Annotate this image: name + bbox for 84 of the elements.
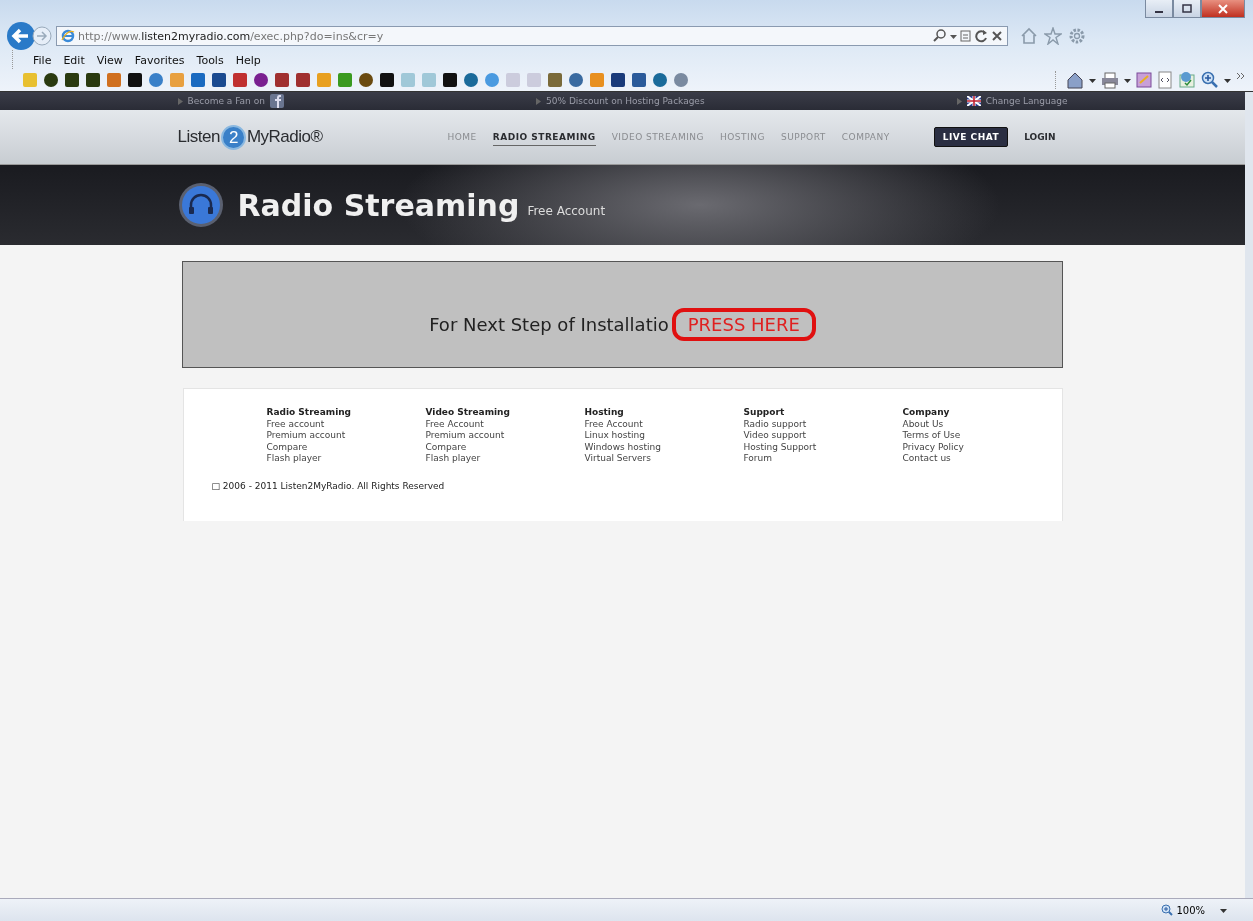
forward-button[interactable]: [32, 26, 52, 46]
copyright-text: □ 2006 - 2011 Listen2MyRadio. All Rights Reserved: [211, 480, 446, 491]
minimize-button[interactable]: [1145, 0, 1173, 18]
footer-heading: Hosting: [584, 407, 625, 419]
bullet-icon: [956, 97, 962, 105]
star-icon[interactable]: [1044, 27, 1062, 45]
footer-heading: Support: [743, 407, 786, 419]
footer-link[interactable]: Free Account: [425, 418, 585, 430]
promo-link[interactable]: 50% Discount on Hosting Packages: [546, 96, 705, 106]
footer-link[interactable]: Windows hosting: [584, 441, 744, 453]
flag-icon: [966, 96, 981, 106]
favorite-icon[interactable]: [274, 72, 290, 88]
language-link[interactable]: Change Language: [985, 96, 1068, 106]
favorite-icon[interactable]: [379, 72, 395, 88]
footer-link[interactable]: Contact us: [902, 453, 1062, 465]
footer-link[interactable]: Video support: [743, 430, 903, 442]
footer-link[interactable]: Premium account: [266, 430, 426, 442]
footer-link[interactable]: Virtual Servers: [584, 453, 744, 465]
menu-item[interactable]: Favorites: [134, 54, 185, 67]
globe-check-icon[interactable]: [1178, 71, 1196, 89]
zoom-icon[interactable]: [1201, 71, 1219, 89]
footer-link[interactable]: Forum: [743, 453, 903, 465]
footer-heading: Radio Streaming: [266, 407, 353, 419]
nav-link[interactable]: RADIO STREAMING: [492, 128, 596, 146]
bullet-icon: [177, 97, 183, 105]
zoom-level[interactable]: 100%: [1176, 904, 1205, 916]
footer-link[interactable]: Flash player: [266, 453, 426, 465]
fan-link[interactable]: Become a Fan on: [187, 96, 265, 106]
back-button[interactable]: [6, 21, 36, 51]
code-page-icon[interactable]: [1157, 71, 1173, 89]
facebook-icon[interactable]: [269, 94, 284, 108]
page-subtitle: Free Account: [527, 204, 606, 218]
zoom-icon[interactable]: [1161, 904, 1174, 916]
refresh-icon[interactable]: [975, 29, 988, 43]
printer-icon[interactable]: [1101, 71, 1119, 89]
favorite-icon[interactable]: [295, 72, 311, 88]
footer-link[interactable]: Hosting Support: [743, 441, 903, 453]
menu-item[interactable]: Help: [235, 54, 261, 67]
address-field[interactable]: http://www.listen2myradio.com/exec.php?do=ins&cr=y: [56, 26, 1008, 46]
footer-link[interactable]: Compare: [425, 441, 585, 453]
footer-heading: Video Streaming: [425, 407, 511, 419]
headphones-icon: [177, 182, 224, 228]
favorite-icon[interactable]: [610, 72, 626, 88]
maximize-button[interactable]: [1173, 0, 1201, 18]
footer-heading: Company: [902, 407, 951, 419]
favorite-icon[interactable]: [211, 72, 227, 88]
stop-icon[interactable]: [991, 29, 1003, 43]
home-icon[interactable]: [1066, 71, 1084, 89]
minimize-icon: [1155, 10, 1163, 13]
footer-link[interactable]: Linux hosting: [584, 430, 744, 442]
logo[interactable]: Listen 2 MyRadio®: [177, 124, 448, 150]
footer-link[interactable]: Premium account: [425, 430, 585, 442]
browser-icon: [61, 29, 75, 43]
favorite-icon[interactable]: [442, 72, 458, 88]
footer-link[interactable]: Privacy Policy: [902, 441, 1062, 453]
favorite-icon[interactable]: [43, 72, 59, 88]
maximize-icon: [1181, 3, 1193, 14]
bullet-icon: [536, 97, 541, 105]
footer-link[interactable]: Free Account: [584, 418, 744, 430]
favorite-icon[interactable]: [64, 72, 80, 88]
login-link[interactable]: LOGIN: [1024, 132, 1056, 142]
page-title: Radio Streaming: [237, 187, 520, 223]
footer-link[interactable]: About Us: [902, 418, 1062, 430]
footer-link[interactable]: Terms of Use: [902, 430, 1062, 442]
search-icon[interactable]: [933, 29, 947, 43]
favorite-icon[interactable]: [253, 72, 269, 88]
footer-link[interactable]: Radio support: [743, 418, 903, 430]
chevron-icon[interactable]: [1236, 71, 1245, 81]
favorite-icon[interactable]: [358, 72, 374, 88]
favorite-icon[interactable]: [127, 72, 143, 88]
close-icon: [1216, 3, 1230, 14]
live-chat-button[interactable]: LIVE CHAT: [933, 127, 1009, 147]
favorite-icon[interactable]: [85, 72, 101, 88]
footer-link[interactable]: Free account: [266, 418, 426, 430]
menu-item[interactable]: View: [96, 54, 123, 67]
menu-item[interactable]: Tools: [196, 54, 224, 67]
footer-link[interactable]: Flash player: [425, 453, 585, 465]
menu-item[interactable]: Edit: [63, 54, 85, 67]
favorite-icon[interactable]: [631, 72, 647, 88]
footer-link[interactable]: Compare: [266, 441, 426, 453]
notice-text: For Next Step of Installatio: [429, 314, 669, 335]
menu-item[interactable]: File: [33, 54, 52, 67]
page-icon[interactable]: [1136, 71, 1152, 89]
close-button[interactable]: [1201, 0, 1245, 18]
